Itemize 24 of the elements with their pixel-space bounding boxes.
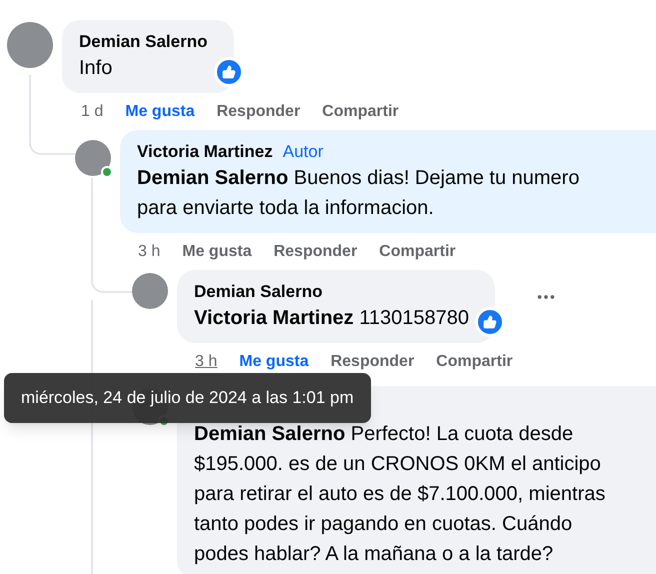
share-link[interactable]: Compartir: [322, 101, 399, 123]
like-link[interactable]: Me gusta: [239, 351, 309, 373]
date-tooltip: miércoles, 24 de julio de 2024 a las 1:01 pm: [4, 373, 371, 423]
author-name[interactable]: Victoria Martinez: [137, 141, 273, 163]
avatar[interactable]: [7, 22, 53, 68]
author-name[interactable]: Demian Salerno: [79, 31, 208, 53]
like-link[interactable]: Me gusta: [125, 101, 195, 123]
author-role-label: Autor: [282, 141, 324, 163]
like-link[interactable]: Me gusta: [182, 241, 252, 263]
avatar[interactable]: [75, 140, 111, 176]
comment-time[interactable]: 3 h: [138, 241, 160, 263]
author-name[interactable]: Demian Salerno: [194, 281, 322, 303]
comment-time[interactable]: 3 h: [195, 351, 218, 373]
comment-time[interactable]: 1 d: [81, 101, 104, 123]
reply-link[interactable]: Responder: [216, 101, 300, 123]
avatar[interactable]: [132, 273, 168, 309]
comment-text: Victoria Martinez 1130158780: [194, 306, 469, 331]
reply-link[interactable]: Responder: [330, 351, 414, 373]
share-link[interactable]: Compartir: [379, 241, 456, 263]
comment-text: Demian Salerno Perfecto! La cuota desde $195.000. es de un CRONOS 0KM el anticipo para retirar el auto es de $7.100.000, mientras tanto podes ir pagando en cuotas. Cuándo podes hablar? A la mañana o a la tarde?: [194, 422, 606, 567]
comment-text: Demian Salerno Buenos dias! Dejame tu numero para enviarte toda la informacion.: [137, 166, 580, 221]
reply-link[interactable]: Responder: [274, 241, 358, 263]
comment-text: Info: [79, 56, 114, 81]
share-link[interactable]: Compartir: [436, 351, 513, 373]
